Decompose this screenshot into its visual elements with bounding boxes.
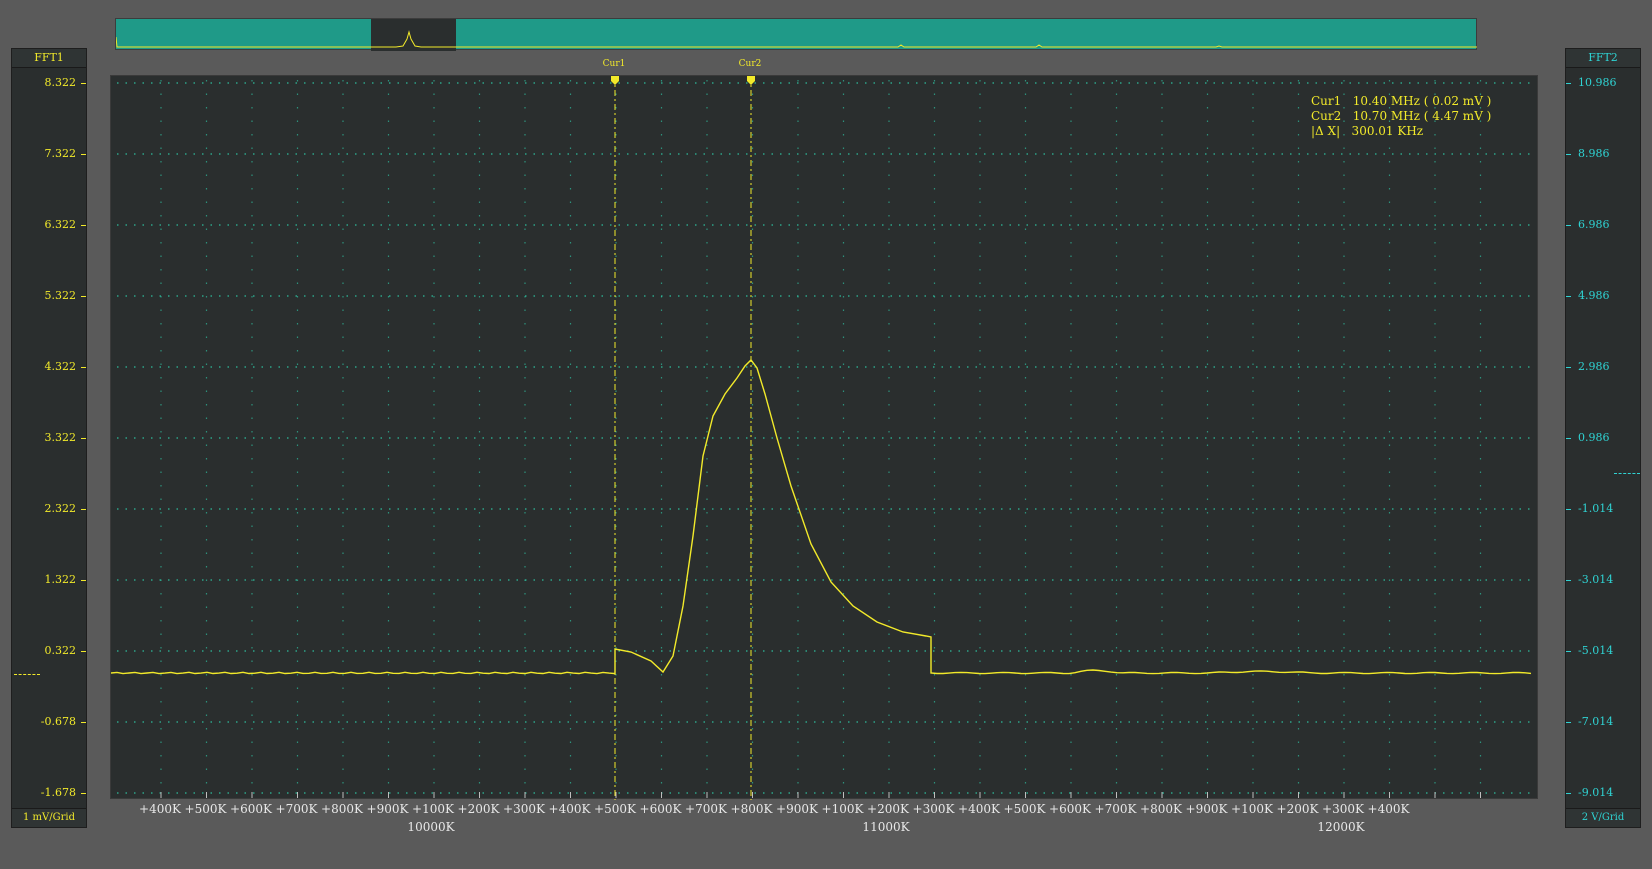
right-axis-tick-mark xyxy=(1566,296,1571,297)
overview-strip[interactable] xyxy=(115,18,1477,51)
right-axis-scale[interactable]: 2 V/Grid xyxy=(1566,808,1640,827)
x-tick-label: +600K xyxy=(1049,802,1091,816)
left-axis-tick-mark xyxy=(81,225,86,226)
left-level-marker[interactable] xyxy=(14,674,40,675)
x-tick-label: +300K xyxy=(503,802,545,816)
right-axis-tick-mark xyxy=(1566,225,1571,226)
x-tick-label: +200K xyxy=(1276,802,1319,816)
cursor1-marker xyxy=(611,76,619,85)
left-axis-tick-label: 0.322 xyxy=(44,644,77,657)
spectrum-plot[interactable] xyxy=(110,75,1538,800)
left-axis-tick-mark xyxy=(81,580,86,581)
x-tick-label: +200K xyxy=(867,802,909,816)
right-axis-tick-label: -9.014 xyxy=(1578,786,1614,799)
left-axis-tick-label: 8.322 xyxy=(44,76,77,89)
x-tick-label: +800K xyxy=(321,802,363,816)
x-tick-label: +100K xyxy=(412,802,454,816)
right-axis-tick-mark xyxy=(1566,651,1571,652)
left-axis-tick-mark xyxy=(81,509,86,510)
x-tick-label: +900K xyxy=(776,802,818,816)
left-axis-tick-mark xyxy=(81,367,86,368)
x-major-label: 10000K xyxy=(407,820,455,834)
x-tick-label: +100K xyxy=(821,802,864,816)
left-axis-scale[interactable]: 1 mV/Grid xyxy=(12,808,86,827)
left-axis-tick-label: 3.322 xyxy=(44,431,77,444)
right-axis-tick-label: 6.986 xyxy=(1578,218,1610,231)
x-tick-label: +500K xyxy=(184,802,227,816)
left-axis-panel: FFT1 8.322 7.322 6.322 5.322 4.322 3.322 2.322… xyxy=(11,48,87,828)
x-tick-label: +700K xyxy=(1094,802,1137,816)
right-axis-tick-mark xyxy=(1566,509,1571,510)
x-tick-label: +600K xyxy=(230,802,272,816)
x-tick-label: +700K xyxy=(685,802,727,816)
cursor1-flag[interactable]: Cur1 xyxy=(603,59,626,69)
left-axis-tick-mark xyxy=(81,651,86,652)
right-axis-tick-label: 4.986 xyxy=(1578,289,1610,302)
plot-canvas xyxy=(111,76,1533,800)
overview-window[interactable] xyxy=(371,19,456,51)
x-tick-label: +200K xyxy=(457,802,500,816)
right-axis-tick-mark xyxy=(1566,83,1571,84)
cursor2-marker xyxy=(747,76,755,85)
cursor2-readout: Cur2 10.70 MHz ( 4.47 mV ) xyxy=(1311,109,1492,123)
x-major-label: 12000K xyxy=(1317,820,1365,834)
right-axis-tick-mark xyxy=(1566,793,1571,794)
right-axis-tick-mark xyxy=(1566,580,1571,581)
right-axis-tick-label: 2.986 xyxy=(1578,360,1610,373)
x-tick-label: +900K xyxy=(1185,802,1228,816)
left-axis-tick-label: 1.322 xyxy=(44,573,77,586)
left-axis-tick-label: 4.322 xyxy=(44,360,77,373)
right-axis-tick-label: -5.014 xyxy=(1578,644,1614,657)
left-axis-tick-mark xyxy=(81,793,86,794)
right-axis-panel: FFT2 10.986 8.986 6.986 4.986 2.986 0.986 -1.0… xyxy=(1565,48,1641,828)
right-axis-tick-mark xyxy=(1566,367,1571,368)
left-axis-tick-label: -0.678 xyxy=(40,715,76,728)
right-axis-tick-label: 0.986 xyxy=(1578,431,1610,444)
left-axis-title: FFT1 xyxy=(12,49,86,68)
right-axis-tick-label: -3.014 xyxy=(1578,573,1614,586)
x-tick-label: +400K xyxy=(958,802,1000,816)
left-axis-tick-label: 7.322 xyxy=(44,147,77,160)
cursor1-readout: Cur1 10.40 MHz ( 0.02 mV ) xyxy=(1311,94,1492,108)
x-tick-label: +500K xyxy=(594,802,636,816)
right-level-marker[interactable] xyxy=(1614,473,1640,474)
right-axis-tick-mark xyxy=(1566,722,1571,723)
cursor2-flag[interactable]: Cur2 xyxy=(739,59,762,69)
spectrum-trace xyxy=(111,358,1532,675)
left-axis-tick-label: 2.322 xyxy=(44,502,77,515)
right-axis-tick-label: -7.014 xyxy=(1578,715,1614,728)
x-tick-label: +300K xyxy=(912,802,955,816)
x-tick-label: +900K xyxy=(366,802,409,816)
right-axis-tick-label: 8.986 xyxy=(1578,147,1610,160)
x-tick-label: +800K xyxy=(730,802,773,816)
right-axis-tick-label: -1.014 xyxy=(1578,502,1614,515)
right-axis-title: FFT2 xyxy=(1566,49,1640,68)
x-tick-label: +500K xyxy=(1003,802,1046,816)
x-tick-label: +100K xyxy=(1231,802,1273,816)
overview-trace xyxy=(116,19,1477,51)
left-axis-tick-mark xyxy=(81,722,86,723)
x-tick-label: +400K xyxy=(139,802,181,816)
cursor-readout: Cur1 10.40 MHz ( 0.02 mV ) Cur2 10.70 MH… xyxy=(1311,94,1491,139)
x-tick-label: +300K xyxy=(1322,802,1364,816)
right-axis-tick-label: 10.986 xyxy=(1578,76,1617,89)
left-axis-tick-label: 5.322 xyxy=(44,289,77,302)
right-axis-tick-mark xyxy=(1566,438,1571,439)
x-major-label: 11000K xyxy=(862,820,910,834)
x-tick-label: +600K xyxy=(639,802,682,816)
delta-x-readout: |Δ X| 300.01 KHz xyxy=(1311,124,1424,138)
right-axis-tick-mark xyxy=(1566,154,1571,155)
left-axis-tick-label: -1.678 xyxy=(40,786,76,799)
left-axis-tick-label: 6.322 xyxy=(44,218,77,231)
x-tick-label: +700K xyxy=(275,802,318,816)
left-axis-tick-mark xyxy=(81,296,86,297)
left-axis-tick-mark xyxy=(81,154,86,155)
left-axis-tick-mark xyxy=(81,83,86,84)
x-tick-label: +800K xyxy=(1140,802,1182,816)
x-tick-label: +400K xyxy=(548,802,591,816)
left-axis-tick-mark xyxy=(81,438,86,439)
x-tick-label: +400K xyxy=(1367,802,1410,816)
